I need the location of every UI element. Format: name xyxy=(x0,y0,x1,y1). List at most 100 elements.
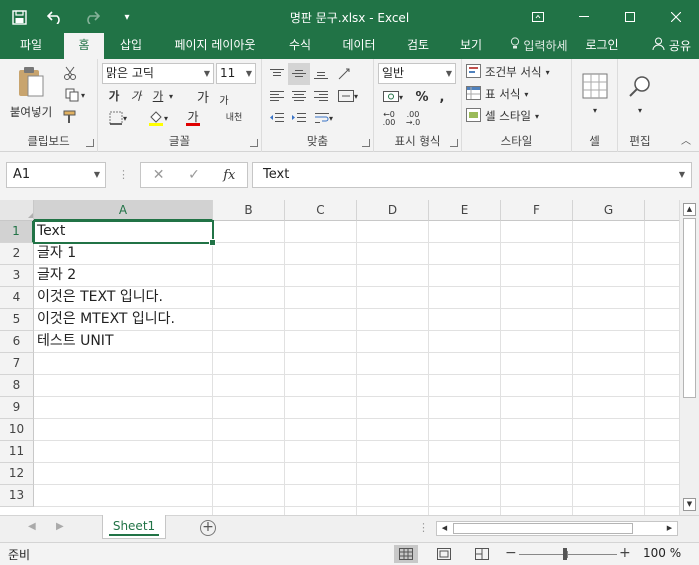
row-header[interactable]: 12 xyxy=(0,463,34,485)
share-button[interactable]: 공유 xyxy=(652,33,691,59)
collapse-ribbon-icon[interactable]: ︿ xyxy=(681,132,691,147)
decrease-indent-icon[interactable] xyxy=(266,107,288,129)
insert-function-icon[interactable]: fx xyxy=(212,168,247,183)
add-sheet-icon[interactable]: + xyxy=(200,520,216,536)
enter-icon[interactable]: ✓ xyxy=(176,167,211,183)
column-header-e[interactable]: E xyxy=(429,200,501,221)
conditional-formatting-button[interactable]: 조건부 서식 ▾ xyxy=(466,62,568,82)
tab-file[interactable]: 파일 xyxy=(6,33,56,59)
font-size-dropdown[interactable]: 11 ▼ xyxy=(216,63,256,84)
page-break-preview-icon[interactable] xyxy=(470,545,494,563)
cell-a6[interactable]: 테스트 UNIT xyxy=(34,331,213,353)
font-color-button[interactable]: 가 xyxy=(178,109,208,127)
cell-a2[interactable]: 글자 1 xyxy=(34,243,213,265)
increase-indent-icon[interactable] xyxy=(288,107,310,129)
page-layout-view-icon[interactable] xyxy=(432,545,456,563)
scroll-down-icon[interactable]: ▼ xyxy=(683,498,696,511)
minimize-icon[interactable] xyxy=(561,0,607,33)
worksheet-grid[interactable]: A B C D E F G 1 2 3 4 5 6 7 8 9 10 11 12… xyxy=(0,200,699,515)
tab-split-handle[interactable]: ⋮ xyxy=(418,521,429,534)
column-header-f[interactable]: F xyxy=(501,200,573,221)
align-center-icon[interactable] xyxy=(288,85,310,107)
column-header-g[interactable]: G xyxy=(573,200,645,221)
normal-view-icon[interactable] xyxy=(394,545,418,563)
tab-view[interactable]: 보기 xyxy=(450,33,492,59)
vertical-scroll-thumb[interactable] xyxy=(683,218,696,398)
cell-a3[interactable]: 글자 2 xyxy=(34,265,213,287)
row-header[interactable]: 13 xyxy=(0,485,34,507)
tab-data[interactable]: 데이터 xyxy=(332,33,386,59)
sheet-tab-sheet1[interactable]: Sheet1 xyxy=(102,515,166,539)
row-header[interactable]: 11 xyxy=(0,441,34,463)
tab-formulas[interactable]: 수식 xyxy=(278,33,322,59)
align-top-icon[interactable] xyxy=(266,63,288,85)
format-painter-icon[interactable] xyxy=(60,108,80,126)
row-header[interactable]: 10 xyxy=(0,419,34,441)
merge-center-icon[interactable]: ▾ xyxy=(334,85,362,107)
underline-button[interactable]: 가 xyxy=(150,87,166,105)
tell-me-box[interactable]: 입력하세 xyxy=(503,33,575,59)
horizontal-scroll-thumb[interactable] xyxy=(453,523,633,534)
expand-formula-bar-icon[interactable]: ▼ xyxy=(679,163,685,187)
align-middle-icon[interactable] xyxy=(288,63,310,85)
cell-a4[interactable]: 이것은 TEXT 입니다. xyxy=(34,287,213,309)
tab-home[interactable]: 홈 xyxy=(64,33,104,59)
decrease-decimal-icon[interactable]: .00 →.0 xyxy=(402,109,424,129)
align-bottom-icon[interactable] xyxy=(310,63,332,85)
row-header[interactable]: 4 xyxy=(0,287,34,309)
format-as-table-button[interactable]: 표 서식 ▾ xyxy=(466,84,568,104)
column-header-c[interactable]: C xyxy=(285,200,357,221)
close-icon[interactable] xyxy=(653,0,699,33)
cells-button[interactable]: ▾ xyxy=(576,63,614,125)
active-cell-selection[interactable] xyxy=(33,220,216,246)
row-header[interactable]: 6 xyxy=(0,331,34,353)
column-header-h[interactable] xyxy=(645,200,679,221)
previous-sheet-icon[interactable]: ◀ xyxy=(28,521,36,532)
scroll-up-icon[interactable]: ▲ xyxy=(683,203,696,216)
cell-styles-button[interactable]: 셀 스타일 ▾ xyxy=(466,106,568,126)
fill-color-icon[interactable]: ▾ xyxy=(144,109,172,127)
scroll-right-icon[interactable]: ▶ xyxy=(663,522,676,535)
row-header[interactable]: 8 xyxy=(0,375,34,397)
tab-page-layout[interactable]: 페이지 레이아웃 xyxy=(162,33,268,59)
column-header-d[interactable]: D xyxy=(357,200,429,221)
bold-button[interactable]: 가 xyxy=(106,87,122,105)
borders-icon[interactable]: ▾ xyxy=(106,109,130,127)
font-name-dropdown[interactable]: 맑은 고딕 ▼ xyxy=(102,63,214,84)
accounting-format-icon[interactable]: ▾ xyxy=(378,87,408,107)
grow-font-button[interactable]: 가 xyxy=(194,87,212,106)
vertical-scrollbar[interactable]: ▲ ▼ xyxy=(679,200,699,515)
row-header[interactable]: 7 xyxy=(0,353,34,375)
align-right-icon[interactable] xyxy=(310,85,332,107)
row-header[interactable]: 5 xyxy=(0,309,34,331)
next-sheet-icon[interactable]: ▶ xyxy=(56,521,64,532)
increase-decimal-icon[interactable]: ←0.00 xyxy=(378,109,400,129)
maximize-icon[interactable] xyxy=(607,0,653,33)
zoom-in-icon[interactable]: + xyxy=(619,545,631,561)
scroll-left-icon[interactable]: ◀ xyxy=(438,522,451,535)
alignment-launcher-icon[interactable] xyxy=(362,139,370,147)
zoom-slider-thumb[interactable] xyxy=(563,548,567,560)
paste-button[interactable]: 붙여넣기 xyxy=(8,63,54,123)
font-launcher-icon[interactable] xyxy=(250,139,258,147)
cell-a5[interactable]: 이것은 MTEXT 입니다. xyxy=(34,309,213,331)
row-header[interactable]: 1 xyxy=(0,221,34,243)
zoom-percentage[interactable]: 100 % xyxy=(643,546,681,560)
clipboard-launcher-icon[interactable] xyxy=(86,139,94,147)
comma-style-icon[interactable]: , xyxy=(434,87,450,107)
ribbon-display-options-icon[interactable] xyxy=(515,0,561,33)
zoom-slider-track[interactable] xyxy=(519,554,617,555)
cancel-icon[interactable]: ✕ xyxy=(141,167,176,183)
row-header[interactable]: 2 xyxy=(0,243,34,265)
shrink-font-button[interactable]: 가 xyxy=(216,90,232,108)
italic-button[interactable]: 가 xyxy=(128,87,144,105)
underline-dropdown-icon[interactable]: ▾ xyxy=(166,87,176,105)
phonetic-guide-button[interactable]: 내천 xyxy=(222,107,246,129)
select-all-corner[interactable] xyxy=(0,200,34,221)
horizontal-scrollbar[interactable]: ◀ ▶ xyxy=(436,521,678,536)
column-header-b[interactable]: B xyxy=(213,200,285,221)
align-left-icon[interactable] xyxy=(266,85,288,107)
tab-review[interactable]: 검토 xyxy=(396,33,440,59)
cut-icon[interactable] xyxy=(60,64,80,82)
column-header-a[interactable]: A xyxy=(34,200,213,221)
